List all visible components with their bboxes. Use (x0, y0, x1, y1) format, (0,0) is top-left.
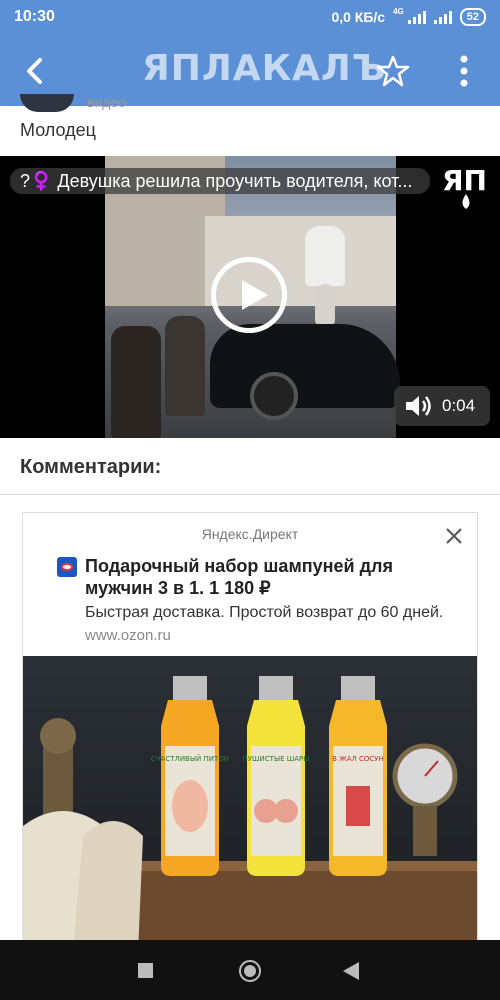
signal-icon (407, 10, 426, 24)
post-caption: Молодец (20, 120, 96, 140)
status-indicators: 0,0 КБ/с 4G 52 (331, 6, 486, 26)
home-circle-icon[interactable] (239, 960, 261, 982)
video-duration: 0:04 (442, 396, 476, 415)
yp-logo-text: ЯП (442, 164, 487, 197)
status-bar: 10:30 0,0 КБ/с 4G 52 (0, 0, 500, 34)
yp-logo-icon: ЯП (442, 164, 487, 209)
video-player[interactable]: ?♀️ Девушка решила проучить водителя, ко… (0, 156, 500, 438)
ad-product-photo: СЧАСТЛИВЫЙ ПИТОН ПУШИСТЫЕ ШАРЫ В ЖАЛ СОС… (23, 676, 477, 951)
pedestrian-2 (165, 316, 205, 416)
bottle-2: ПУШИСТЫЕ ШАРЫ (243, 676, 310, 876)
woman-figure (305, 226, 345, 286)
bottle-3: В ЖАЛ СОСУН (329, 676, 387, 876)
square-icon[interactable] (138, 963, 153, 978)
star-outline-icon[interactable] (376, 54, 410, 88)
ad-source: Яндекс.Директ (201, 526, 299, 542)
pedestrian (111, 326, 161, 438)
comments-heading: Комментарии: (20, 456, 162, 478)
ad-description: Быстрая доставка. Простой возврат до 60 … (85, 604, 444, 621)
app-bar: ЯПЛАКАЛЪ (0, 34, 500, 106)
network-speed: 0,0 КБ/с (331, 9, 386, 25)
video-title: ?♀️ Девушка решила проучить водителя, ко… (10, 168, 430, 194)
bottle-1: СЧАСТЛИВЫЙ ПИТОН (151, 676, 229, 876)
ad-image[interactable]: СЧАСТЛИВЫЙ ПИТОН ПУШИСТЫЕ ШАРЫ В ЖАЛ СОС… (23, 656, 477, 951)
ad-title[interactable]: Подарочный набор шампуней для мужчин 3 в… (85, 555, 455, 599)
post-meta-label: видео (87, 94, 126, 110)
bottle-1-label: СЧАСТЛИВЫЙ ПИТОН (151, 754, 229, 763)
back-arrow-icon[interactable] (20, 56, 50, 86)
app-logo[interactable]: ЯПЛАКАЛЪ (142, 48, 387, 89)
ad-url[interactable]: www.ozon.ru (85, 627, 171, 644)
battery-icon: 52 (459, 8, 486, 26)
close-icon[interactable] (445, 527, 463, 545)
ad-card[interactable]: Яндекс.Директ Подарочный набор шампуней … (22, 512, 478, 952)
triangle-back-icon[interactable] (343, 962, 359, 980)
volume-icon[interactable] (404, 394, 434, 418)
system-nav-bar (0, 940, 500, 1000)
ozon-favicon-icon (57, 557, 77, 577)
bottle-3-label: В ЖАЛ СОСУН (332, 755, 384, 763)
status-time: 10:30 (14, 8, 55, 25)
volume-control[interactable]: 0:04 (394, 386, 490, 426)
network-type: 4G (393, 6, 404, 16)
divider (0, 494, 500, 495)
play-icon[interactable] (211, 257, 287, 333)
signal-icon-2 (433, 10, 452, 24)
car (210, 324, 400, 420)
woman-legs (315, 284, 335, 324)
avatar[interactable] (20, 94, 74, 112)
bottle-2-label: ПУШИСТЫЕ ШАРЫ (243, 755, 310, 763)
more-vertical-icon[interactable] (450, 54, 478, 88)
